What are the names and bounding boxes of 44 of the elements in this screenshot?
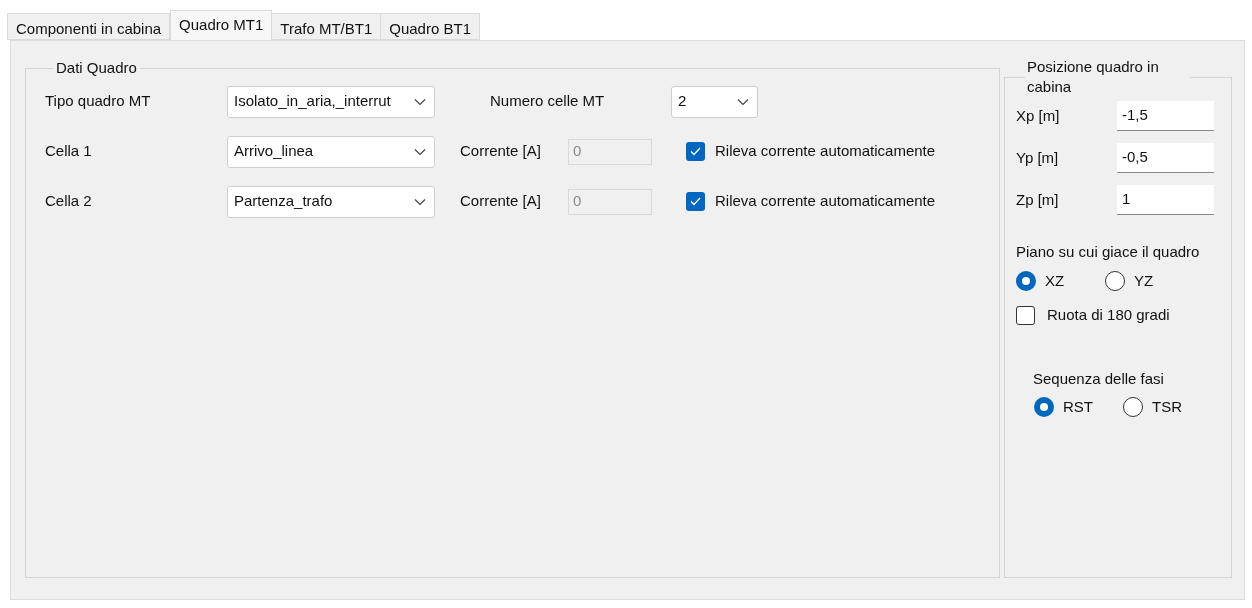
checkbox[interactable] [686,192,705,211]
chevron-down-icon [414,97,426,106]
section-label: Sequenza delle fasi [1033,368,1165,389]
checkmark-icon [690,197,701,206]
checkbox-label: Ruota di 180 gradi [1047,305,1170,325]
chevron-down-icon [414,197,426,206]
tab[interactable]: Trafo MT/BT1 [271,13,382,40]
radio-label: TSR [1152,397,1182,417]
dropdown[interactable]: 2 [671,85,758,118]
dropdown[interactable]: Isolato_in_aria,_interrut [227,85,435,118]
input-field[interactable]: 1 [1117,185,1214,215]
section-label: Piano su cui giace il quadro [1016,242,1201,262]
input-field[interactable]: -1,5 [1117,101,1214,131]
radio-label: YZ [1134,270,1154,291]
field-label: Cella 2 [45,191,93,212]
radio-label: RST [1063,397,1093,417]
field-label: Cella 1 [45,141,93,162]
field-label: Tipo quadro MT [45,91,152,112]
radio-button[interactable] [1016,270,1036,291]
tab[interactable]: Componenti in cabina [7,13,171,40]
checkbox[interactable] [686,142,705,161]
group-title: Posizione quadro in cabina [1026,57,1160,97]
dropdown[interactable]: Arrivo_linea [227,135,435,168]
tab[interactable]: Quadro BT1 [380,13,480,40]
checkbox[interactable] [1016,305,1035,325]
radio-button[interactable] [1123,397,1143,418]
radio-button[interactable] [1034,397,1054,418]
checkbox-label: Rileva corrente automaticamente [715,191,936,212]
chevron-down-icon [414,147,426,156]
field-label: Corrente [A] [460,141,542,162]
tab[interactable]: Quadro MT1 [170,10,273,40]
field-label: Yp [m] [1016,147,1060,168]
chevron-down-icon [737,97,749,106]
field-label: Zp [m] [1016,189,1060,210]
checkbox-label: Rileva corrente automaticamente [715,141,936,162]
field-label: Xp [m] [1016,105,1061,126]
field-label: Numero celle MT [490,91,606,112]
group-title: Dati Quadro [55,58,138,78]
radio-button[interactable] [1105,270,1125,291]
input-field[interactable]: -0,5 [1117,143,1214,173]
dropdown[interactable]: Partenza_trafo [227,185,435,218]
radio-label: XZ [1045,270,1065,291]
checkmark-icon [690,147,701,156]
field-label: Corrente [A] [460,191,542,212]
